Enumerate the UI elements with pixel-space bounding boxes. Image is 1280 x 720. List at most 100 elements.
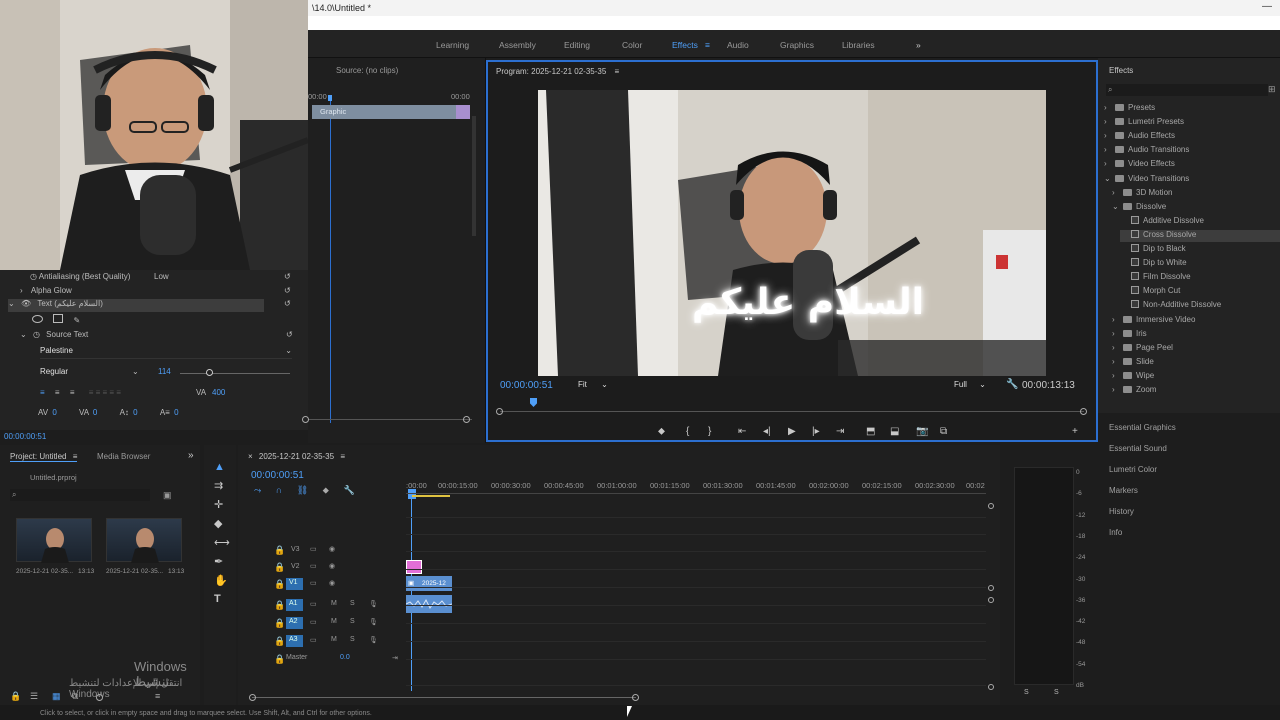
stopwatch-icon[interactable]: ◷	[30, 272, 37, 281]
mic-icon[interactable]: 🎙	[369, 600, 378, 608]
video-clip-v1[interactable]: ▣ 2025-12	[406, 576, 452, 591]
marker-icon[interactable]: ⬥	[323, 485, 329, 495]
chevron-right-icon[interactable]: ›	[1104, 131, 1115, 140]
pen-tool-icon[interactable]: ✒	[214, 555, 223, 568]
antialiasing-value[interactable]: Low	[154, 272, 169, 281]
chevron-right-icon[interactable]: ›	[1112, 329, 1123, 338]
effect-controls-timecode[interactable]: 00:00:00:51	[4, 432, 46, 441]
mark-in-icon[interactable]: {	[686, 426, 689, 437]
ripple-edit-tool-icon[interactable]: ✛	[214, 498, 223, 511]
solo-left-button[interactable]: S	[1024, 689, 1029, 696]
mark-out-icon[interactable]: }	[708, 426, 711, 437]
effects-tree-item[interactable]: ⌄ Video Transitions	[1104, 174, 1189, 186]
button-editor-icon[interactable]: +	[1072, 426, 1078, 437]
chevron-down-icon[interactable]: ⌄	[1112, 202, 1123, 211]
lock-icon[interactable]: 🔒	[274, 579, 285, 589]
extract-icon[interactable]: ⬓	[890, 426, 899, 437]
lock-icon[interactable]: 🔒	[274, 636, 285, 646]
track-label-a1[interactable]: A1	[286, 599, 303, 611]
type-tool-icon[interactable]: T	[214, 593, 221, 605]
new-bin-icon[interactable]: ⊞	[1268, 84, 1276, 95]
workspace-menu-icon[interactable]: ≡	[705, 40, 710, 50]
fit-dropdown[interactable]: Fit ⌄	[578, 380, 608, 389]
settings-wrench-icon[interactable]: 🔧	[343, 485, 354, 495]
effects-tree-item[interactable]: Film Dissolve	[1120, 272, 1191, 284]
project-item-thumbnail-2[interactable]	[106, 518, 182, 563]
magnet-icon[interactable]: ∩	[276, 485, 282, 495]
graphic-clip-v2[interactable]	[406, 560, 422, 574]
chevron-down-icon[interactable]: ⌄	[132, 367, 139, 376]
chevron-down-icon[interactable]: ⌄	[1104, 174, 1115, 183]
workspace-graphics[interactable]: Graphics	[780, 40, 814, 50]
list-view-icon[interactable]: ☰	[30, 691, 38, 702]
markers-tab[interactable]: Markers	[1109, 486, 1138, 495]
chevron-right-icon[interactable]: ›	[1112, 315, 1123, 324]
align-right-icon[interactable]: ≡	[70, 388, 75, 397]
eye-icon[interactable]: ◉	[329, 579, 335, 587]
effects-tree-item[interactable]: › Slide	[1112, 357, 1154, 369]
solo-button[interactable]: S	[350, 618, 355, 625]
font-size-slider[interactable]	[180, 373, 290, 374]
chevron-right-icon[interactable]: ›	[1112, 385, 1123, 394]
track-scroll-handle[interactable]	[988, 585, 994, 591]
audio-clip-a1[interactable]	[405, 595, 453, 613]
quality-dropdown[interactable]: Full ⌄	[954, 380, 986, 389]
workspace-audio[interactable]: Audio	[727, 40, 749, 50]
workspace-learning[interactable]: Learning	[436, 40, 469, 50]
go-to-end-icon[interactable]: ⇥	[392, 654, 398, 662]
source-scroll-handle-right[interactable]	[463, 416, 470, 423]
more-workspaces-icon[interactable]: »	[916, 40, 921, 50]
slip-tool-icon[interactable]: ⟷	[214, 536, 230, 549]
lock-icon[interactable]: 🔒	[274, 600, 285, 610]
info-tab[interactable]: Info	[1109, 528, 1122, 537]
sync-lock-icon[interactable]: ▭	[310, 636, 317, 644]
effects-tree-item[interactable]: › Iris	[1112, 329, 1147, 341]
effects-tree-item[interactable]: › Page Peel	[1112, 343, 1173, 355]
effects-tree-item[interactable]: Cross Dissolve	[1120, 229, 1280, 242]
font-dropdown[interactable]: Palestine ⌄	[40, 346, 292, 359]
mute-button[interactable]: M	[331, 636, 337, 643]
mic-icon[interactable]: 🎙	[369, 618, 378, 626]
effects-tree-item[interactable]: Additive Dissolve	[1120, 215, 1204, 228]
source-scroll-handle-left[interactable]	[302, 416, 309, 423]
justify-icons[interactable]: ≡ ≡ ≡ ≡ ≡	[89, 388, 121, 397]
reset-icon[interactable]: ↺	[286, 330, 293, 339]
selection-tool-icon[interactable]: ▲	[214, 461, 225, 473]
mute-button[interactable]: M	[331, 618, 337, 625]
go-to-out-icon[interactable]: ⇥	[836, 426, 844, 437]
sort-icon[interactable]: ≡	[155, 691, 160, 701]
tab-media-browser[interactable]: Media Browser	[97, 452, 150, 461]
chevron-right-icon[interactable]: ›	[1104, 159, 1115, 168]
sync-lock-icon[interactable]: ▭	[310, 579, 317, 587]
effects-tree-item[interactable]: ⌄ Dissolve	[1112, 202, 1166, 214]
align-left-icon[interactable]: ≡	[40, 388, 45, 397]
play-icon[interactable]: ▶	[788, 426, 796, 437]
panel-menu-icon[interactable]: ≡	[340, 452, 345, 461]
transition-marker[interactable]	[456, 105, 470, 119]
work-area-bar[interactable]	[412, 495, 450, 497]
align-center-icon[interactable]: ≡	[55, 388, 60, 397]
tsume-value[interactable]: 0	[174, 408, 178, 417]
lock-icon[interactable]: 🔒	[274, 545, 285, 555]
mute-button[interactable]: M	[331, 600, 337, 607]
effects-tree-item[interactable]: › 3D Motion	[1112, 188, 1172, 200]
text-layer-row[interactable]: ⌄ 👁 Text (السلام عليكم) ↺	[8, 299, 291, 312]
effects-tree-item[interactable]: › Immersive Video	[1112, 315, 1195, 327]
track-scroll-handle[interactable]	[988, 684, 994, 690]
pen-mask-icon[interactable]: ✎	[73, 316, 80, 325]
panel-menu-icon[interactable]: ≡	[73, 452, 78, 461]
step-back-icon[interactable]: ◂|	[763, 426, 771, 437]
source-scrollbar[interactable]	[472, 116, 476, 236]
add-marker-icon[interactable]: ⬥	[658, 426, 665, 437]
sync-lock-icon[interactable]: ▭	[310, 600, 317, 608]
effects-tree-item[interactable]: › Audio Effects	[1104, 131, 1175, 143]
track-label-v3[interactable]: V3	[291, 546, 300, 553]
track-scroll-handle[interactable]	[988, 597, 994, 603]
zoom-handle-left[interactable]	[496, 408, 503, 415]
project-item-thumbnail-1[interactable]	[16, 518, 92, 563]
track-label-v2[interactable]: V2	[291, 563, 300, 570]
lock-icon[interactable]: 🔒	[274, 654, 285, 664]
sync-lock-icon[interactable]: ▭	[310, 562, 317, 570]
essential-graphics-tab[interactable]: Essential Graphics	[1109, 423, 1176, 432]
icon-view-icon[interactable]: ▦	[52, 691, 61, 702]
